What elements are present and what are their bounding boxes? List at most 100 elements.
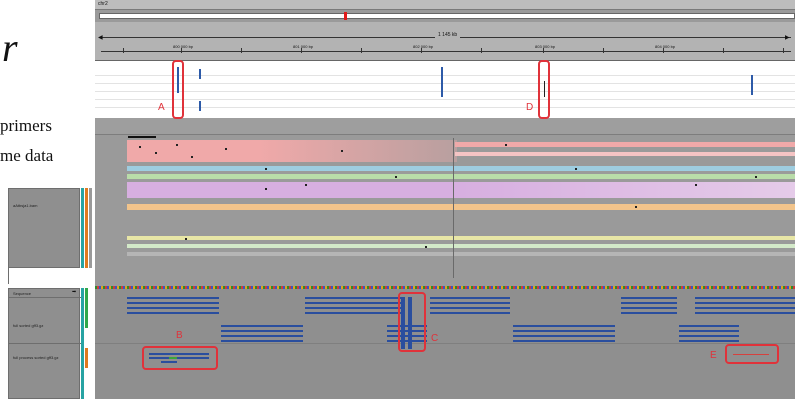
feature-exon (305, 302, 405, 304)
mismatch (755, 176, 757, 178)
feature-exon (430, 297, 510, 299)
divider (95, 99, 795, 100)
read-pileup (127, 252, 795, 256)
mismatch (395, 176, 397, 178)
track-name-panel: aAtbsja1.bam Sequence ➡ full sorted gff3… (8, 188, 100, 399)
feature-exon (621, 297, 677, 299)
read-pileup (127, 236, 795, 240)
mismatch (341, 150, 343, 152)
read-pileup (127, 174, 795, 179)
feature-exon (513, 330, 615, 332)
alignment-track-name-box[interactable]: aAtbsja1.bam (8, 188, 80, 268)
mismatch (695, 184, 697, 186)
read-pileup (455, 152, 795, 156)
callout-c-box (398, 292, 426, 352)
feature-exon (305, 297, 405, 299)
callout-b-box (142, 346, 218, 370)
sequence-track-label: Sequence (13, 291, 32, 296)
mismatch (505, 144, 507, 146)
divider (9, 297, 81, 298)
track-color-strip (89, 188, 92, 268)
feature-exon (127, 297, 219, 299)
feature-exon (305, 307, 405, 309)
feature-exon (695, 307, 795, 309)
feature-exon (221, 340, 303, 342)
feature-exon (221, 325, 303, 327)
mismatch (155, 152, 157, 154)
feature-exon (221, 330, 303, 332)
mismatch (265, 168, 267, 170)
chromosome-header: chr2 (95, 0, 795, 10)
callout-e-box (725, 344, 779, 364)
read-pileup (127, 166, 795, 171)
callout-a-box (172, 60, 184, 119)
feature-exon (127, 302, 219, 304)
feature-exon (127, 307, 219, 309)
genome-browser: chr2 ◀ ▶ 1 145 kb 800 000 bp 801 000 bp … (95, 0, 795, 399)
callout-d-label: D (526, 102, 534, 113)
tick (241, 48, 242, 53)
feature-exon (679, 330, 739, 332)
feature-exon (513, 335, 615, 337)
divider (95, 343, 795, 344)
feature-exon (621, 312, 677, 314)
feature-exon (679, 340, 739, 342)
feature-exon (621, 302, 677, 304)
tick (123, 48, 124, 53)
divider (95, 83, 795, 84)
track-color-strip (81, 188, 84, 268)
paper-glyph: r (2, 25, 18, 70)
tick-label: 802 000 bp (413, 44, 434, 49)
tick-label: 803 000 bp (535, 44, 556, 49)
feature-exon (513, 340, 615, 342)
tick (481, 48, 482, 53)
tick (723, 48, 724, 53)
tick-label: 800 000 bp (173, 44, 194, 49)
track-color-strip (85, 348, 88, 368)
coverage-peak (199, 69, 201, 79)
divider (95, 91, 795, 92)
ruler: ◀ ▶ 1 145 kb 800 000 bp 801 000 bp 802 0… (95, 22, 795, 60)
center-guide-line (453, 138, 454, 278)
feature-exon (430, 302, 510, 304)
mismatch (635, 206, 637, 208)
feature-exon (695, 302, 795, 304)
mismatch (139, 146, 141, 148)
strand-arrow-icon[interactable]: ➡ (72, 289, 76, 295)
callout-c-label: C (431, 333, 439, 344)
tick (603, 48, 604, 53)
coverage-peak (751, 75, 753, 95)
feature-exon (513, 325, 615, 327)
coverage-track[interactable]: [0 - 985] (95, 60, 795, 123)
feature-exon (679, 335, 739, 337)
feature-exon (621, 307, 677, 309)
feature-exon (695, 297, 795, 299)
arrow-right-icon: ▶ (785, 35, 790, 41)
coverage-peak (199, 101, 201, 111)
ruler-axis (101, 51, 791, 52)
mismatch (225, 148, 227, 150)
mismatch (191, 156, 193, 158)
feature-track-name-box[interactable]: Sequence ➡ full sorted gff3.gz full proc… (8, 288, 81, 399)
alignment-reads-track[interactable] (95, 138, 795, 278)
feature-exon (695, 312, 795, 314)
read-pileup (127, 244, 795, 248)
callout-e-label: E (710, 350, 717, 361)
mismatch (575, 168, 577, 170)
paper-text-line-1: primers (0, 116, 52, 135)
span-label: 1 145 kb (435, 32, 461, 38)
alignment-track-label: aAtbsja1.bam (13, 203, 38, 208)
feature-track-label: full process sorted gff3.gz (13, 355, 59, 360)
track-color-strip (81, 288, 84, 399)
divider (9, 343, 81, 344)
track-color-strip (85, 288, 88, 328)
feature-exon (305, 312, 405, 314)
chromosome-ideogram[interactable] (99, 12, 795, 20)
mismatch (176, 144, 178, 146)
feature-tracks[interactable] (95, 289, 795, 399)
tick-label: 804 000 bp (655, 44, 676, 49)
tick (783, 48, 784, 53)
track-spacer (8, 268, 80, 284)
callout-a-label: A (158, 102, 165, 113)
feature-exon (430, 312, 510, 314)
